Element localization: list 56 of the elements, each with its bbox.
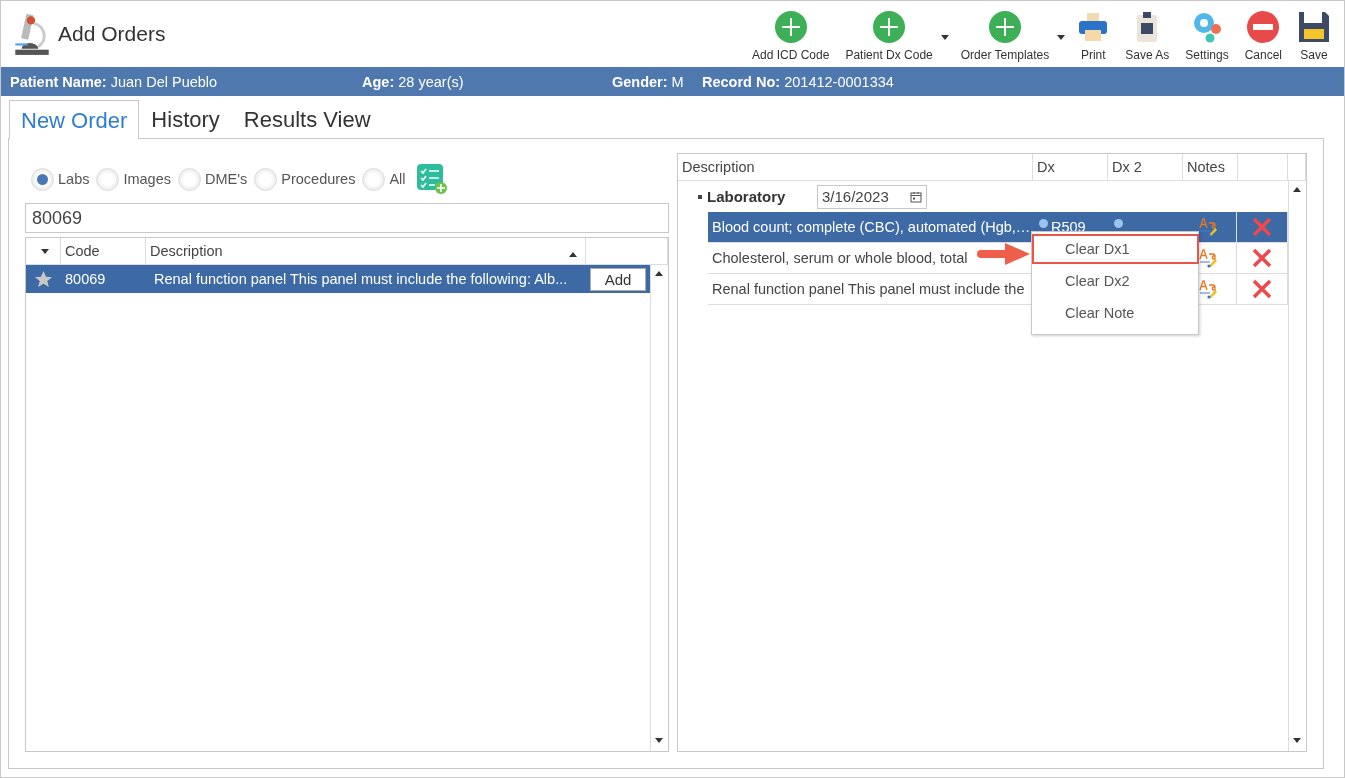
toolbar-button[interactable]: Settings xyxy=(1179,11,1235,62)
printer-icon xyxy=(1077,11,1110,43)
table-cell-text: Blood count; complete (CBC), automated (Hgb,… xyxy=(711,219,1031,235)
filter-radio[interactable]: Procedures xyxy=(254,167,356,191)
patient-field: Record No: 201412-0001334 xyxy=(702,73,894,90)
toolbar-button[interactable]: Print xyxy=(1071,11,1116,62)
plus-icon xyxy=(873,11,906,43)
microscope-icon xyxy=(13,11,51,57)
arrow-icon xyxy=(977,242,1031,266)
patient-field: Patient Name: Juan Del Pueblo xyxy=(10,73,362,90)
date-field[interactable]: 3/16/2023 xyxy=(817,184,927,209)
no-entry-icon xyxy=(1247,11,1280,43)
patient-field: Gender: M xyxy=(612,73,702,90)
toolbar-button[interactable]: Add ICD Code xyxy=(746,11,836,62)
code-row[interactable]: 80069 Renal function panel This panel must include the following: Alb... Add xyxy=(26,265,650,293)
column-header[interactable]: Dx xyxy=(1033,154,1108,180)
filter-radio[interactable]: DME's xyxy=(178,167,248,191)
patient-field: Age: 28 year(s) xyxy=(362,73,612,90)
tab[interactable]: New Order xyxy=(9,100,140,139)
table-cell-text: 80069 xyxy=(64,271,107,287)
column-header[interactable]: Notes xyxy=(1183,154,1238,180)
radio-icon[interactable] xyxy=(1039,218,1048,228)
column-header[interactable]: Description xyxy=(678,154,1033,180)
window-title: Add Orders xyxy=(58,22,167,46)
filter-radio[interactable]: All xyxy=(362,167,406,191)
toolbar-button[interactable]: Save As xyxy=(1119,11,1176,62)
table-cell-text: Cholesterol, serum or whole blood, total xyxy=(711,250,968,266)
search-field[interactable]: 80069 xyxy=(25,203,669,233)
table-cell-text: Renal function panel This panel must include the xyxy=(711,281,1025,297)
delete-icon[interactable] xyxy=(1252,248,1272,268)
tab[interactable]: History xyxy=(139,99,232,138)
radio-icon[interactable] xyxy=(1114,218,1123,228)
filter-radio[interactable]: Images xyxy=(96,167,171,191)
font-edit-icon[interactable] xyxy=(1198,248,1219,268)
column-header[interactable]: Code xyxy=(61,238,146,264)
expander-icon[interactable] xyxy=(698,194,702,199)
plus-icon xyxy=(774,11,807,43)
group-label: Laboratory xyxy=(707,188,787,205)
menu-item[interactable]: Clear Dx1 xyxy=(1032,234,1199,264)
table-cell-text: Renal function panel This panel must include the following: Alb... xyxy=(153,271,569,287)
star-icon[interactable] xyxy=(34,269,53,289)
toolbar-button[interactable]: Order Templates xyxy=(954,11,1068,62)
delete-icon[interactable] xyxy=(1252,279,1272,299)
column-header[interactable]: Dx 2 xyxy=(1108,154,1183,180)
filter-radio[interactable]: Labs xyxy=(31,167,90,191)
tab[interactable]: Results View xyxy=(231,99,383,138)
toolbar-button[interactable]: Cancel xyxy=(1238,11,1288,62)
column-header[interactable]: Description xyxy=(146,238,586,264)
calendar-icon[interactable] xyxy=(910,190,922,203)
font-edit-icon[interactable] xyxy=(1198,279,1219,299)
toolbar-button[interactable]: Patient Dx Code xyxy=(839,11,951,62)
plus-icon xyxy=(989,11,1021,43)
toolbar-button[interactable]: Save xyxy=(1292,11,1336,62)
add-button[interactable]: Add xyxy=(590,267,646,291)
checklist-add-icon[interactable] xyxy=(416,164,447,194)
font-edit-icon[interactable] xyxy=(1198,217,1219,237)
